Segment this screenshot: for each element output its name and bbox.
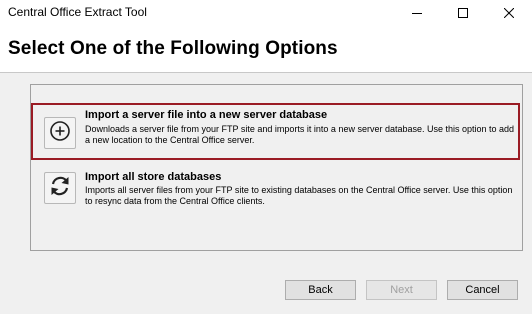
options-panel: Import a server file into a new server d…	[30, 84, 523, 251]
option-import-server-file[interactable]: Import a server file into a new server d…	[31, 103, 520, 160]
window-title: Central Office Extract Tool	[8, 5, 147, 19]
title-bar: Central Office Extract Tool	[0, 0, 532, 26]
maximize-icon	[458, 8, 468, 18]
option-description: Downloads a server file from your FTP si…	[85, 124, 515, 145]
maximize-button[interactable]	[440, 0, 486, 26]
page-title: Select One of the Following Options	[8, 38, 338, 59]
next-button[interactable]: Next	[366, 280, 437, 300]
option-import-server-file-icon-button[interactable]	[44, 117, 76, 149]
refresh-icon	[48, 174, 72, 203]
plus-circle-icon	[49, 120, 71, 147]
option-import-store-databases[interactable]: Import all store databases Imports all s…	[31, 168, 520, 214]
option-title: Import a server file into a new server d…	[85, 109, 328, 121]
minimize-icon	[412, 8, 422, 18]
back-button[interactable]: Back	[285, 280, 356, 300]
option-description: Imports all server files from your FTP s…	[85, 185, 513, 206]
cancel-button[interactable]: Cancel	[447, 280, 518, 300]
wizard-header: Select One of the Following Options	[0, 26, 532, 73]
option-title: Import all store databases	[85, 171, 222, 183]
close-icon	[504, 8, 514, 18]
option-import-store-databases-icon-button[interactable]	[44, 172, 76, 204]
close-window-button[interactable]	[486, 0, 532, 26]
minimize-button[interactable]	[394, 0, 440, 26]
